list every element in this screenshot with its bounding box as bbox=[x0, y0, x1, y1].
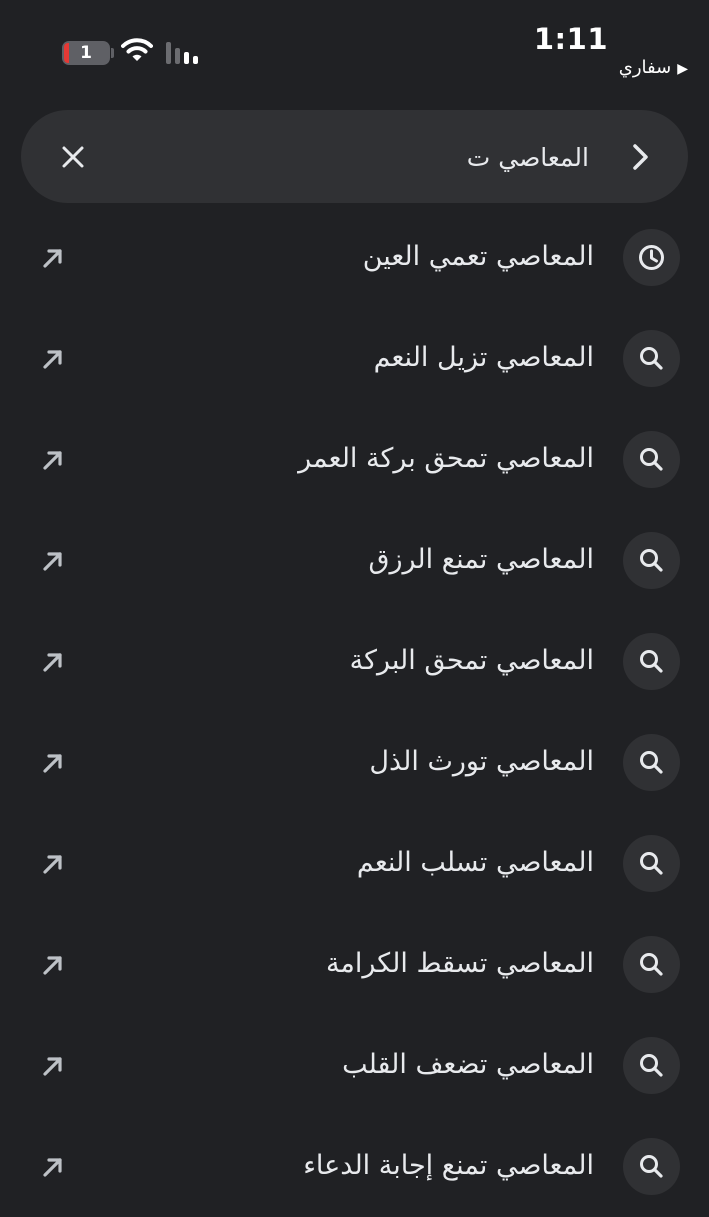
search-icon bbox=[623, 431, 680, 488]
suggestion-text: المعاصي تسلب النعم bbox=[356, 847, 594, 878]
fill-query-arrow-icon[interactable] bbox=[38, 849, 68, 879]
search-icon bbox=[623, 835, 680, 892]
back-to-app-link[interactable]: ▶ سفاري bbox=[619, 57, 688, 78]
history-icon bbox=[623, 229, 680, 286]
battery-tip bbox=[111, 48, 114, 58]
status-time: 1:11 bbox=[533, 22, 608, 56]
fill-query-arrow-icon[interactable] bbox=[38, 950, 68, 980]
suggestion-text: المعاصي تسقط الكرامة bbox=[325, 948, 594, 979]
suggestion-text: المعاصي تمحق البركة bbox=[349, 645, 594, 676]
suggestion-row[interactable]: المعاصي تورث الذل bbox=[0, 712, 709, 813]
fill-query-arrow-icon[interactable] bbox=[38, 344, 68, 374]
fill-query-arrow-icon[interactable] bbox=[38, 1152, 68, 1182]
fill-query-arrow-icon[interactable] bbox=[38, 445, 68, 475]
suggestion-row[interactable]: المعاصي تمحق البركة bbox=[0, 611, 709, 712]
search-icon bbox=[623, 734, 680, 791]
suggestion-row[interactable]: المعاصي تضعف القلب bbox=[0, 1015, 709, 1116]
suggestion-row[interactable]: المعاصي تزيل النعم bbox=[0, 308, 709, 409]
suggestion-text: المعاصي تورث الذل bbox=[369, 746, 594, 777]
search-icon bbox=[623, 936, 680, 993]
cellular-signal-icon bbox=[166, 42, 198, 64]
suggestion-row[interactable]: المعاصي تسلب النعم bbox=[0, 813, 709, 914]
battery-icon: 1 bbox=[62, 41, 110, 65]
suggestion-text: المعاصي تمحق بركة العمر bbox=[298, 443, 594, 474]
suggestion-row[interactable]: المعاصي تمنع الرزق bbox=[0, 510, 709, 611]
suggestion-text: المعاصي تعمي العين bbox=[362, 241, 594, 272]
search-icon bbox=[623, 633, 680, 690]
fill-query-arrow-icon[interactable] bbox=[38, 546, 68, 576]
search-icon bbox=[623, 532, 680, 589]
search-icon bbox=[623, 1037, 680, 1094]
status-bar: 1 1:11 ▶ سفاري bbox=[0, 0, 709, 100]
search-bar bbox=[21, 110, 688, 203]
fill-query-arrow-icon[interactable] bbox=[38, 243, 68, 273]
back-to-app-arrow-icon: ▶ bbox=[677, 61, 688, 77]
battery-level: 1 bbox=[80, 43, 92, 63]
fill-query-arrow-icon[interactable] bbox=[38, 647, 68, 677]
fill-query-arrow-icon[interactable] bbox=[38, 748, 68, 778]
suggestion-row[interactable]: المعاصي تعمي العين bbox=[0, 207, 709, 308]
suggestion-text: المعاصي تمنع الرزق bbox=[368, 544, 594, 575]
search-icon bbox=[623, 1138, 680, 1195]
suggestion-row[interactable]: المعاصي تسقط الكرامة bbox=[0, 914, 709, 1015]
suggestion-text: المعاصي تضعف القلب bbox=[342, 1049, 594, 1080]
suggestion-row[interactable]: المعاصي تمنع إجابة الدعاء bbox=[0, 1116, 709, 1217]
search-input[interactable] bbox=[111, 134, 589, 180]
suggestion-list: المعاصي تعمي العين المعاصي تزيل النعم المع… bbox=[0, 207, 709, 1217]
suggestion-row[interactable]: المعاصي تمحق بركة العمر bbox=[0, 409, 709, 510]
suggestion-text: المعاصي تزيل النعم bbox=[373, 342, 594, 373]
search-icon bbox=[623, 330, 680, 387]
chevron-back-icon[interactable] bbox=[618, 137, 658, 177]
fill-query-arrow-icon[interactable] bbox=[38, 1051, 68, 1081]
suggestion-text: المعاصي تمنع إجابة الدعاء bbox=[303, 1150, 594, 1181]
clear-icon[interactable] bbox=[54, 138, 92, 176]
back-to-app-label: سفاري bbox=[618, 57, 672, 78]
wifi-icon bbox=[121, 38, 153, 61]
